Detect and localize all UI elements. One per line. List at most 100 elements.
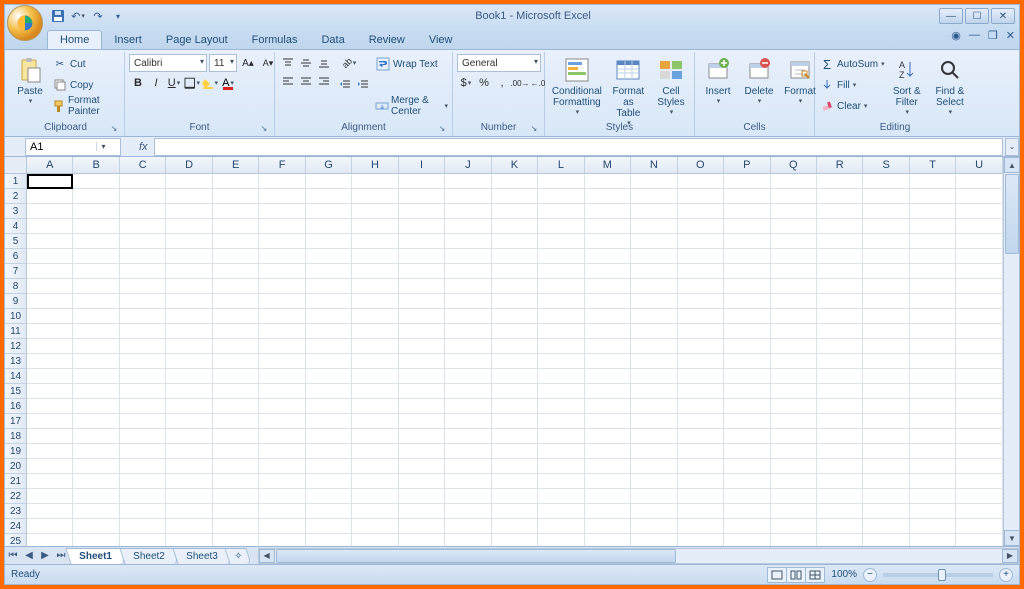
cell[interactable] (306, 189, 352, 204)
cell[interactable] (352, 279, 398, 294)
cell[interactable] (27, 174, 73, 189)
sort-filter-button[interactable]: AZ Sort & Filter▾ (888, 54, 926, 118)
column-header[interactable]: O (678, 157, 724, 174)
cell[interactable] (306, 459, 352, 474)
cell[interactable] (27, 534, 73, 546)
cell[interactable] (538, 504, 584, 519)
cell[interactable] (585, 339, 631, 354)
cell[interactable] (399, 414, 445, 429)
cell[interactable] (492, 309, 538, 324)
cell[interactable] (306, 489, 352, 504)
cell[interactable] (306, 444, 352, 459)
cell[interactable] (166, 264, 212, 279)
cell[interactable] (678, 219, 724, 234)
align-bottom-button[interactable] (315, 54, 333, 72)
cell[interactable] (585, 444, 631, 459)
cell[interactable] (213, 354, 259, 369)
wrap-text-button[interactable]: Wrap Text (375, 54, 448, 74)
cell[interactable] (166, 309, 212, 324)
cell[interactable] (678, 309, 724, 324)
cell[interactable] (213, 459, 259, 474)
cell[interactable] (166, 339, 212, 354)
cell[interactable] (166, 534, 212, 546)
hscroll-thumb[interactable] (276, 549, 676, 563)
cell[interactable] (538, 384, 584, 399)
cell[interactable] (166, 294, 212, 309)
font-size-select[interactable]: 11 (209, 54, 237, 72)
cell[interactable] (817, 219, 863, 234)
cell[interactable] (910, 489, 956, 504)
cell[interactable] (492, 459, 538, 474)
cell[interactable] (306, 339, 352, 354)
cell[interactable] (73, 369, 119, 384)
scroll-right-icon[interactable]: ▶ (1002, 549, 1018, 563)
grow-font-button[interactable]: A▴ (239, 54, 257, 72)
cell[interactable] (306, 234, 352, 249)
cell[interactable] (631, 504, 677, 519)
cell[interactable] (166, 474, 212, 489)
percent-format-button[interactable]: % (475, 74, 493, 92)
cell[interactable] (27, 474, 73, 489)
cell[interactable] (678, 489, 724, 504)
cell[interactable] (817, 204, 863, 219)
cell[interactable] (863, 309, 909, 324)
cell[interactable] (306, 204, 352, 219)
cell[interactable] (399, 309, 445, 324)
column-header[interactable]: J (445, 157, 491, 174)
tab-formulas[interactable]: Formulas (240, 31, 310, 49)
cell[interactable] (863, 414, 909, 429)
cell[interactable] (27, 429, 73, 444)
clipboard-launcher-icon[interactable]: ↘ (108, 124, 120, 136)
cell[interactable] (166, 459, 212, 474)
cell[interactable] (213, 399, 259, 414)
cell[interactable] (213, 384, 259, 399)
cell[interactable] (492, 174, 538, 189)
cell[interactable] (678, 369, 724, 384)
cell[interactable] (863, 249, 909, 264)
cell[interactable] (817, 534, 863, 546)
cell[interactable] (631, 399, 677, 414)
cell[interactable] (306, 384, 352, 399)
cell[interactable] (585, 534, 631, 546)
cell[interactable] (771, 399, 817, 414)
align-center-button[interactable] (297, 72, 315, 90)
name-box-input[interactable] (26, 141, 96, 153)
cell[interactable] (445, 234, 491, 249)
cell[interactable] (492, 279, 538, 294)
cell[interactable] (817, 309, 863, 324)
cell[interactable] (73, 339, 119, 354)
cell[interactable] (585, 234, 631, 249)
maximize-button[interactable]: ☐ (965, 8, 989, 24)
cell[interactable] (863, 504, 909, 519)
italic-button[interactable]: I (147, 74, 165, 92)
cell[interactable] (399, 429, 445, 444)
row-header[interactable]: 7 (5, 264, 27, 279)
merge-center-button[interactable]: aMerge & Center▾ (375, 96, 448, 116)
cell[interactable] (259, 459, 305, 474)
cell[interactable] (538, 189, 584, 204)
row-header[interactable]: 12 (5, 339, 27, 354)
cell[interactable] (27, 489, 73, 504)
cell[interactable] (259, 519, 305, 534)
cell[interactable] (445, 309, 491, 324)
cell[interactable] (538, 219, 584, 234)
column-header[interactable]: Q (771, 157, 817, 174)
cell[interactable] (910, 414, 956, 429)
cell[interactable] (213, 504, 259, 519)
cell[interactable] (27, 204, 73, 219)
cell[interactable] (678, 384, 724, 399)
cell[interactable] (73, 429, 119, 444)
sheet-tab-2[interactable]: Sheet2 (119, 548, 178, 564)
cell[interactable] (631, 234, 677, 249)
row-header[interactable]: 16 (5, 399, 27, 414)
cell[interactable] (585, 474, 631, 489)
cell[interactable] (910, 264, 956, 279)
cell[interactable] (399, 339, 445, 354)
cell[interactable] (863, 399, 909, 414)
cell[interactable] (352, 474, 398, 489)
cell[interactable] (538, 519, 584, 534)
row-header[interactable]: 21 (5, 474, 27, 489)
cell[interactable] (956, 324, 1002, 339)
cell[interactable] (956, 474, 1002, 489)
cell[interactable] (631, 324, 677, 339)
